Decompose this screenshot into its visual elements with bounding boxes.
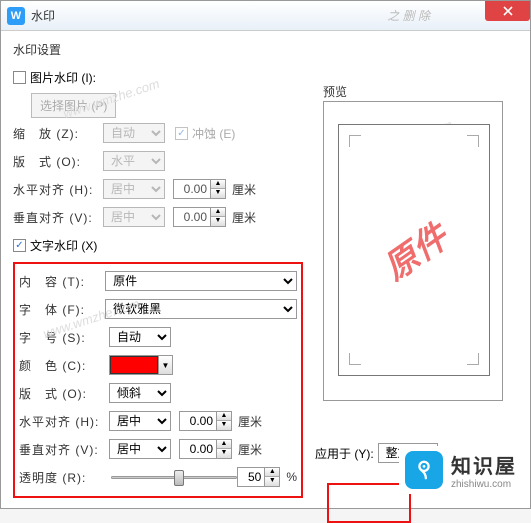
titlebar: W 水印 之 删 除 [1,1,530,31]
brand-domain: zhishiwu.com [451,479,517,490]
txt-halign-input[interactable] [179,411,217,431]
text-watermark-label: 文字水印 (X) [30,237,97,254]
img-halign-input [173,179,211,199]
unit-cm: 厘米 [232,181,256,198]
highlight-box: 内 容 (T): 原件 字 体 (F): 微软雅黑 字 号 (S): 自动 颜 … [13,262,303,498]
dialog-body: 水印设置 www.wmzhe.com www.wmzhe.com 图片水印 (I… [1,31,530,508]
dropdown-arrow-icon: ▼ [158,356,172,374]
img-valign-select: 居中 [103,207,165,227]
color-label: 颜 色 (C): [19,357,109,374]
preview-page: 原件 [338,124,490,376]
unit-cm: 厘米 [238,441,262,458]
unit-cm: 厘米 [238,413,262,430]
unit-cm: 厘米 [232,209,256,226]
preview-panel: www.wmzhe.com www.wmzhe.com 原件 [323,101,503,401]
txt-valign-input[interactable] [179,439,217,459]
window-title: 水印 [31,7,55,24]
opacity-slider[interactable] [111,468,238,486]
img-halign-select: 居中 [103,179,165,199]
spin-down-icon: ▼ [211,189,225,198]
font-label: 字 体 (F): [19,301,105,318]
watermark-dialog: W 水印 之 删 除 水印设置 www.wmzhe.com www.wmzhe.… [0,0,531,509]
spin-up-icon[interactable]: ▲ [217,440,231,449]
spin-up-icon: ▲ [211,208,225,217]
spin-up-icon[interactable]: ▲ [217,412,231,421]
color-picker[interactable]: ▼ [109,355,173,375]
image-watermark-row: 图片水印 (I): [13,64,518,90]
brand-badge: 知识屋 zhishiwu.com [399,446,523,494]
img-valign-input [173,207,211,227]
washout-label: 冲蚀 (E) [192,125,235,142]
spin-down-icon[interactable]: ▼ [265,477,279,486]
content-select[interactable]: 原件 [105,271,297,291]
size-label: 字 号 (S): [19,329,109,346]
txt-valign-label: 垂直对齐 (V): [19,441,109,458]
txt-halign-select[interactable]: 居中 [109,411,171,431]
txt-valign-spinner[interactable]: ▲▼ [179,439,232,459]
txt-halign-label: 水平对齐 (H): [19,413,109,430]
scale-label: 缩 放 (Z): [13,125,103,142]
section-title: 水印设置 [13,41,518,58]
slider-thumb[interactable] [174,470,184,486]
opacity-label: 透明度 (R): [19,469,107,486]
spin-up-icon[interactable]: ▲ [265,468,279,477]
titlebar-ghost-text: 之 删 除 [387,7,430,24]
crop-corner-icon [349,135,361,147]
apply-label: 应用于 (Y): [315,445,374,462]
opacity-spinner[interactable]: ▲▼ [237,467,280,487]
spin-down-icon[interactable]: ▼ [217,421,231,430]
txt-halign-spinner[interactable]: ▲▼ [179,411,232,431]
img-layout-label: 版 式 (O): [13,153,103,170]
spin-up-icon: ▲ [211,180,225,189]
size-select[interactable]: 自动 [109,327,171,347]
opacity-input[interactable] [237,467,265,487]
txt-valign-select[interactable]: 居中 [109,439,171,459]
img-layout-select: 水平 [103,151,165,171]
img-valign-spinner: ▲▼ [173,207,226,227]
crop-corner-icon [349,353,361,365]
content-label: 内 容 (T): [19,273,105,290]
washout-checkbox [175,127,188,140]
image-watermark-checkbox[interactable] [13,71,26,84]
image-watermark-label: 图片水印 (I): [30,69,96,86]
brand-icon [405,451,443,489]
font-select[interactable]: 微软雅黑 [105,299,297,319]
img-halign-label: 水平对齐 (H): [13,181,103,198]
crop-corner-icon [467,135,479,147]
text-watermark-checkbox[interactable] [13,239,26,252]
spin-down-icon[interactable]: ▼ [217,449,231,458]
crop-corner-icon [467,353,479,365]
opacity-unit: % [286,470,297,484]
brand-name: 知识屋 [451,450,517,479]
img-valign-label: 垂直对齐 (V): [13,209,103,226]
select-image-button: 选择图片 (P) [31,93,116,118]
app-icon: W [7,7,25,25]
color-swatch [110,356,158,374]
preview-watermark-text: 原件 [372,210,456,289]
img-halign-spinner: ▲▼ [173,179,226,199]
scale-select: 自动 [103,123,165,143]
close-button[interactable] [485,1,530,21]
spin-down-icon: ▼ [211,217,225,226]
txt-layout-select[interactable]: 倾斜 [109,383,171,403]
txt-layout-label: 版 式 (O): [19,385,109,402]
preview-label: 预览 [323,83,347,100]
